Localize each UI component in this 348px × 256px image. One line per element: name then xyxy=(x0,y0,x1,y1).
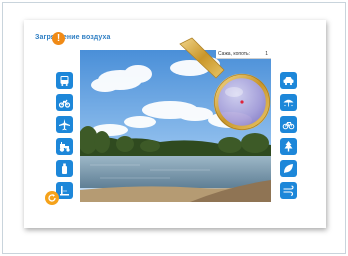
bus-icon xyxy=(60,76,69,86)
measure-point-marker xyxy=(240,100,244,104)
leaf-button[interactable] xyxy=(280,160,297,177)
magnifier-icon xyxy=(179,37,271,131)
spray-can-icon xyxy=(62,163,67,174)
car-button[interactable] xyxy=(280,72,297,89)
tractor-button[interactable] xyxy=(56,138,73,155)
wind-icon xyxy=(283,185,294,196)
refresh-icon xyxy=(48,194,56,202)
bicycle-button[interactable] xyxy=(280,116,297,133)
tree-button[interactable] xyxy=(280,138,297,155)
refresh-button[interactable] xyxy=(45,191,59,205)
airplane-button[interactable] xyxy=(56,116,73,133)
spray-can-button[interactable] xyxy=(56,160,73,177)
alert-icon[interactable]: ! xyxy=(52,32,65,45)
airplane-icon xyxy=(59,119,70,131)
bus-button[interactable] xyxy=(56,72,73,89)
wind-button[interactable] xyxy=(280,182,297,199)
motorcycle-icon xyxy=(58,99,71,108)
leaf-icon xyxy=(284,164,293,173)
rain-button[interactable] xyxy=(280,94,297,111)
car-icon xyxy=(283,77,294,86)
bicycle-icon xyxy=(282,122,295,130)
factory-icon xyxy=(60,186,69,196)
page-title: Загрязнение воздуха xyxy=(35,34,111,41)
tree-icon xyxy=(284,141,293,152)
magnifier-tool[interactable] xyxy=(170,30,280,140)
rain-icon xyxy=(283,99,294,107)
motorcycle-button[interactable] xyxy=(56,94,73,111)
tractor-icon xyxy=(59,142,70,152)
